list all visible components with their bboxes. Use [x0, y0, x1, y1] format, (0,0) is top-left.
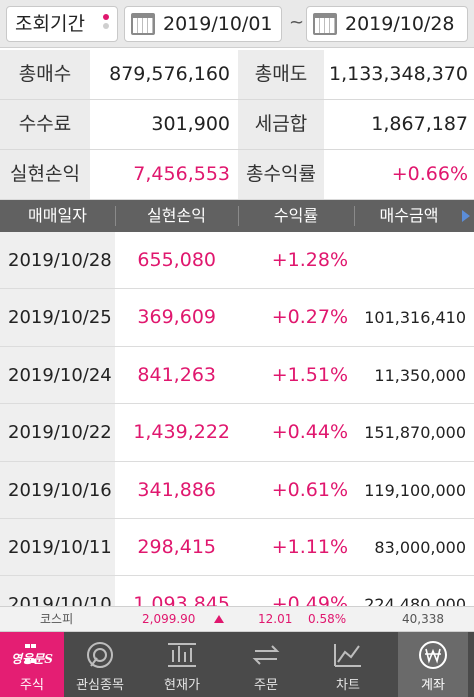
column-header-pnl[interactable]: 실현손익	[115, 200, 238, 232]
row-rate: +0.44%	[271, 421, 348, 444]
nav-label: 계좌	[421, 678, 445, 693]
index-change-rate: 0.58%	[308, 612, 347, 626]
account-won-icon	[419, 641, 447, 669]
nav-label: 주식	[20, 678, 44, 693]
row-pnl: 1,093,845	[133, 593, 230, 606]
nav-stock[interactable]: 영웅문S 주식	[0, 632, 64, 697]
index-value: 2,099.90	[142, 612, 196, 626]
column-header-rate[interactable]: 수익률	[238, 200, 354, 232]
brand-logo-text: 영웅문S	[11, 652, 53, 666]
nav-watchlist[interactable]: 관심종목	[66, 632, 134, 697]
nav-label: 주문	[254, 678, 278, 693]
index-change: 12.01	[258, 612, 293, 626]
bottom-nav: 영웅문S 주식 관심종목 현재가 주문 차트 계좌	[0, 632, 474, 697]
buy-total-label: 총매수	[0, 50, 90, 99]
row-date: 2019/10/16	[0, 461, 115, 518]
summary-table: 총매수 879,576,160 총매도 1,133,348,370 수수료 30…	[0, 50, 474, 200]
table-row[interactable]: 2019/10/25 369,609 +0.27% 101,316,410	[0, 289, 474, 347]
period-separator: ~	[289, 12, 305, 33]
total-return-value: +0.66%	[391, 163, 468, 185]
row-date: 2019/10/11	[0, 518, 115, 576]
row-pnl: 1,439,222	[133, 421, 230, 444]
period-label-text: 조회기간	[15, 13, 85, 35]
scroll-right-arrow-icon[interactable]	[462, 210, 470, 222]
tax-label: 세금합	[238, 100, 324, 149]
table-row[interactable]: 2019/10/22 1,439,222 +0.44% 151,870,000	[0, 404, 474, 462]
row-buy-amount: 119,100,000	[364, 480, 466, 500]
row-rate: +1.11%	[271, 535, 348, 558]
fee-value: 301,900	[151, 113, 230, 135]
nav-account[interactable]: 계좌	[398, 632, 468, 697]
row-date: 2019/10/28	[0, 232, 115, 289]
row-pnl: 841,263	[137, 363, 216, 386]
row-buy-amount: 151,870,000	[364, 423, 466, 443]
nav-chart[interactable]: 차트	[314, 632, 382, 697]
row-buy-amount: 83,000,000	[374, 537, 466, 557]
start-date-text: 2019/10/01	[163, 13, 273, 35]
table-row[interactable]: 2019/10/10 1,093,845 +0.49% 224,480,000	[0, 576, 474, 606]
nav-label: 현재가	[164, 678, 200, 693]
row-date: 2019/10/24	[0, 346, 115, 404]
row-pnl: 655,080	[137, 249, 216, 271]
buy-total-value: 879,576,160	[109, 63, 230, 85]
row-pnl: 298,415	[137, 535, 216, 558]
row-buy-amount: 224,480,000	[364, 595, 466, 606]
start-date-picker[interactable]: 2019/10/01	[124, 6, 282, 42]
period-label-button[interactable]: 조회기간	[6, 6, 118, 42]
up-arrow-icon	[214, 615, 224, 623]
summary-row: 실현손익 7,456,553 총수익률 +0.66%	[0, 150, 474, 200]
summary-row: 수수료 301,900 세금합 1,867,187	[0, 100, 474, 150]
tax-value: 1,867,187	[371, 113, 468, 135]
row-date: 2019/10/25	[0, 289, 115, 346]
table-row[interactable]: 2019/10/11 298,415 +1.11% 83,000,000	[0, 518, 474, 577]
row-rate: +1.51%	[271, 363, 348, 386]
column-header-buy-amount[interactable]: 매수금액	[354, 200, 464, 232]
realized-pnl-value: 7,456,553	[133, 163, 230, 185]
row-date: 2019/10/10	[0, 576, 115, 606]
row-buy-amount: 101,316,410	[364, 308, 466, 328]
nav-label: 차트	[336, 678, 360, 693]
index-ticker[interactable]: 코스피 2,099.90 12.01 0.58% 40,338	[0, 606, 474, 632]
sell-total-value: 1,133,348,370	[328, 63, 468, 85]
row-rate: +0.27%	[271, 306, 348, 329]
nav-label: 관심종목	[76, 678, 124, 693]
order-icon	[252, 645, 280, 665]
list-header: 매매일자 실현손익 수익률 매수금액	[0, 200, 474, 232]
total-return-label: 총수익률	[238, 150, 324, 199]
fee-label: 수수료	[0, 100, 90, 149]
row-buy-amount: 11,350,000	[374, 365, 466, 385]
row-pnl: 341,886	[137, 478, 216, 501]
index-name: 코스피	[40, 612, 74, 626]
trade-list[interactable]: 2019/10/28 655,080 +1.28% 2019/10/25 369…	[0, 232, 474, 606]
index-volume: 40,338	[402, 612, 444, 626]
period-dots-icon	[103, 14, 109, 34]
calendar-icon	[313, 13, 337, 35]
calendar-icon	[131, 13, 155, 35]
period-bar: 조회기간 2019/10/01 ~ 2019/10/28	[0, 0, 474, 48]
column-header-date[interactable]: 매매일자	[0, 200, 115, 232]
end-date-text: 2019/10/28	[345, 13, 455, 35]
row-rate: +0.61%	[271, 478, 348, 501]
summary-row: 총매수 879,576,160 총매도 1,133,348,370	[0, 50, 474, 100]
table-row[interactable]: 2019/10/16 341,886 +0.61% 119,100,000	[0, 461, 474, 519]
row-rate: +1.28%	[271, 249, 348, 271]
row-pnl: 369,609	[137, 306, 216, 329]
price-icon	[168, 643, 196, 667]
nav-order[interactable]: 주문	[232, 632, 300, 697]
table-row[interactable]: 2019/10/28 655,080 +1.28%	[0, 232, 474, 290]
nav-current-price[interactable]: 현재가	[148, 632, 216, 697]
row-date: 2019/10/22	[0, 404, 115, 461]
watchlist-icon	[87, 642, 113, 668]
row-buy-amount	[354, 232, 466, 288]
end-date-picker[interactable]: 2019/10/28	[306, 6, 468, 42]
sell-total-label: 총매도	[238, 50, 324, 99]
row-rate: +0.49%	[271, 593, 348, 606]
brand-logo-icon	[24, 638, 38, 663]
table-row[interactable]: 2019/10/24 841,263 +1.51% 11,350,000	[0, 346, 474, 405]
realized-pnl-label: 실현손익	[0, 150, 90, 199]
chart-icon	[334, 644, 361, 667]
